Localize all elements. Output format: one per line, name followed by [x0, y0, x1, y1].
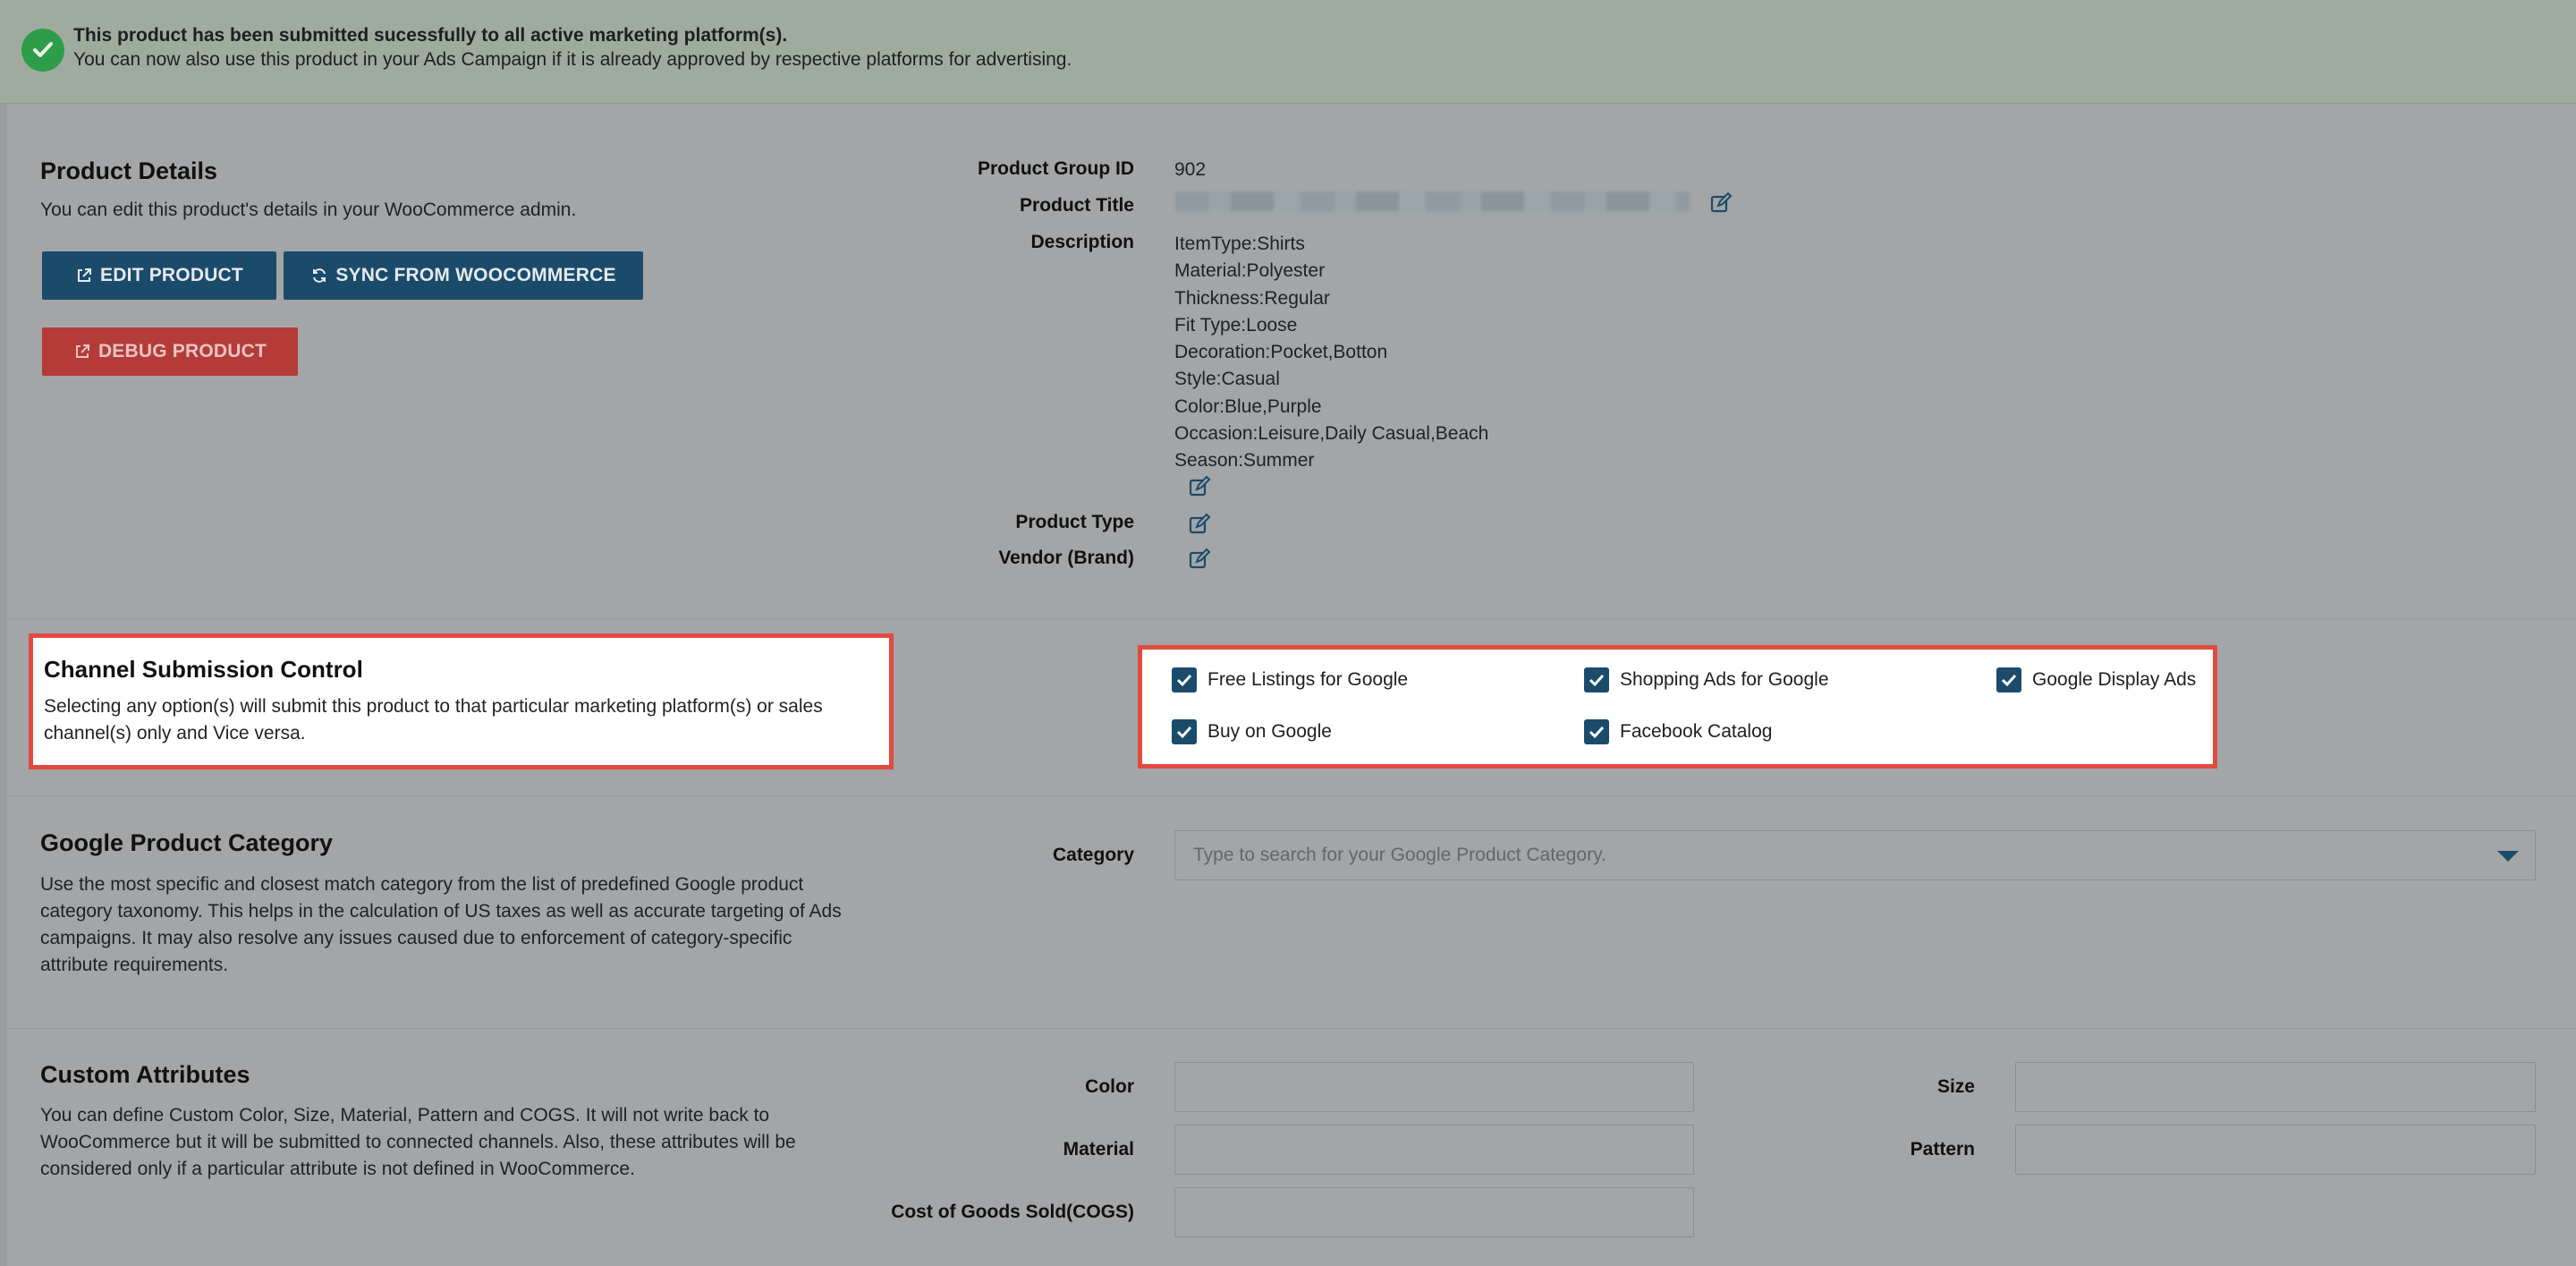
cogs-label: Cost of Goods Sold(COGS)	[891, 1202, 1134, 1222]
description-line: Thickness:Regular	[1174, 287, 1330, 309]
vendor-label: Vendor (Brand)	[998, 548, 1134, 568]
option-label: Shopping Ads for Google	[1620, 669, 1829, 690]
custom-text-line: You can define Custom Color, Size, Mater…	[40, 1105, 770, 1126]
channel-options-box: Free Listings for Google Shopping Ads fo…	[1138, 645, 2217, 769]
option-facebook-catalog[interactable]: Facebook Catalog	[1584, 719, 1772, 744]
checkbox-checked-icon[interactable]	[1584, 719, 1609, 744]
product-title-value	[1175, 191, 1690, 211]
external-link-icon	[75, 344, 89, 358]
channel-title: Channel Submission Control	[44, 656, 363, 683]
option-shopping-ads[interactable]: Shopping Ads for Google	[1584, 667, 1829, 692]
custom-text-line: WooCommerce but it will be submitted to …	[40, 1132, 796, 1152]
description-label: Description	[1030, 232, 1134, 252]
option-label: Google Display Ads	[2032, 669, 2197, 690]
sync-icon	[313, 268, 326, 283]
checkbox-checked-icon[interactable]	[1172, 719, 1197, 744]
category-select[interactable]: Type to search for your Google Product C…	[1174, 830, 2536, 880]
section-divider	[7, 1028, 2576, 1029]
checkbox-checked-icon[interactable]	[1584, 667, 1609, 692]
product-group-id-label: Product Group ID	[978, 158, 1134, 179]
edit-title-icon[interactable]	[1709, 191, 1733, 215]
option-label: Facebook Catalog	[1620, 721, 1773, 742]
custom-attributes-title: Custom Attributes	[40, 1061, 250, 1088]
checkbox-checked-icon[interactable]	[1172, 667, 1197, 692]
option-buy-on-google[interactable]: Buy on Google	[1172, 719, 1332, 744]
option-label: Free Listings for Google	[1208, 669, 1409, 690]
success-notice: This product has been submitted sucessfu…	[0, 0, 2576, 104]
chevron-down-icon[interactable]	[2497, 851, 2519, 862]
description-line: Color:Blue,Purple	[1174, 395, 1322, 417]
product-group-id-value: 902	[1174, 159, 1207, 180]
category-text-line: campaigns. It may also resolve any issue…	[40, 928, 792, 948]
description-line: Material:Polyester	[1174, 260, 1326, 282]
description-line: Decoration:Pocket,Botton	[1174, 342, 1388, 363]
description-line: ItemType:Shirts	[1174, 234, 1305, 254]
option-display-ads[interactable]: Google Display Ads	[1996, 667, 2196, 692]
material-label: Material	[1063, 1139, 1134, 1160]
category-title: Google Product Category	[40, 829, 334, 856]
description-line: Season:Summer	[1174, 450, 1315, 472]
debug-product-label: DEBUG PRODUCT	[97, 341, 267, 361]
left-edge	[0, 104, 7, 1266]
section-divider	[7, 618, 2576, 619]
edit-vendor-icon[interactable]	[1188, 548, 1211, 571]
description-value: ItemType:Shirts Material:Polyester Thick…	[1174, 231, 1488, 475]
checkbox-checked-icon[interactable]	[1996, 667, 2021, 692]
product-title-label: Product Title	[1020, 195, 1134, 216]
section-divider	[7, 795, 2576, 796]
category-text-line: attribute requirements.	[40, 955, 229, 975]
description-line: Fit Type:Loose	[1174, 314, 1298, 336]
cogs-input[interactable]	[1174, 1187, 1694, 1237]
description-line: Style:Casual	[1174, 369, 1280, 390]
category-text-line: Use the most specific and closest match …	[40, 874, 804, 895]
color-label: Color	[1085, 1076, 1134, 1097]
check-circle-icon	[21, 29, 64, 72]
description-line: Occasion:Leisure,Daily Casual,Beach	[1174, 423, 1489, 445]
product-type-label: Product Type	[1015, 512, 1134, 532]
option-label: Buy on Google	[1208, 721, 1332, 742]
product-details-title: Product Details	[40, 157, 218, 184]
size-label: Size	[1936, 1076, 1975, 1097]
color-input[interactable]	[1174, 1062, 1694, 1112]
notice-title: This product has been submitted sucessfu…	[73, 25, 788, 46]
external-link-icon	[78, 268, 92, 282]
channel-info-box: Channel Submission Control Selecting any…	[29, 633, 894, 769]
edit-product-button[interactable]: EDIT PRODUCT	[42, 251, 276, 300]
category-text-line: category taxonomy. This helps in the cal…	[40, 901, 842, 922]
edit-description-icon[interactable]	[1188, 475, 1211, 498]
sync-label: SYNC FROM WOOCOMMERCE	[335, 265, 616, 285]
notice-text: You can now also use this product in you…	[73, 49, 1072, 70]
edit-product-label: EDIT PRODUCT	[100, 265, 243, 285]
size-input[interactable]	[2015, 1062, 2536, 1112]
edit-product-type-icon[interactable]	[1188, 513, 1211, 536]
category-label: Category	[1052, 845, 1134, 865]
custom-text-line: considered only if a particular attribut…	[40, 1159, 635, 1179]
pattern-label: Pattern	[1910, 1139, 1975, 1160]
channel-text-line2: channel(s) only and Vice versa.	[44, 723, 306, 743]
channel-text-line1: Selecting any option(s) will submit this…	[44, 696, 823, 717]
product-details-text: You can edit this product's details in y…	[40, 200, 577, 220]
debug-product-button[interactable]: DEBUG PRODUCT	[42, 327, 298, 376]
option-free-listings[interactable]: Free Listings for Google	[1172, 667, 1408, 692]
material-input[interactable]	[1174, 1125, 1694, 1175]
sync-woocommerce-button[interactable]: SYNC FROM WOOCOMMERCE	[284, 251, 643, 300]
pattern-input[interactable]	[2015, 1125, 2536, 1175]
category-placeholder: Type to search for your Google Product C…	[1193, 845, 1606, 865]
